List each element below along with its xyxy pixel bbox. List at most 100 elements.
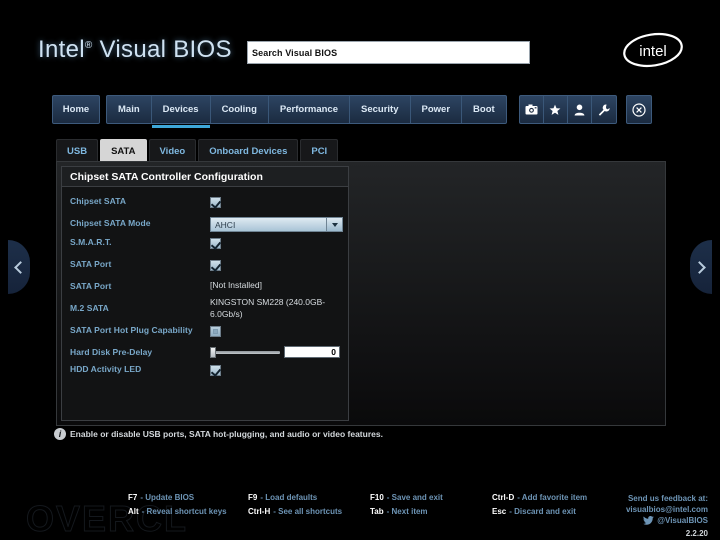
nav-item-security[interactable]: Security [350, 96, 411, 123]
setting-value: [Not Installed] [210, 280, 342, 292]
setting-label: SATA Port Hot Plug Capability [70, 325, 193, 335]
shortcut-desc: - Discard and exit [509, 507, 576, 516]
brand-registered: ® [84, 40, 93, 51]
tab-onboard-devices[interactable]: Onboard Devices [198, 139, 299, 162]
shortcut-ctrl-d: Ctrl-D - Add favorite item [492, 493, 587, 502]
tab-video[interactable]: Video [148, 139, 197, 162]
setting-label: Hard Disk Pre-Delay [70, 347, 153, 357]
shortcut-f9: F9 - Load defaults [248, 493, 370, 502]
chevron-down-icon[interactable] [326, 218, 342, 231]
user-icon[interactable] [568, 96, 592, 123]
setting-label: Chipset SATA [70, 196, 127, 206]
wrench-icon[interactable] [592, 96, 616, 123]
setting-value [210, 363, 342, 381]
help-text: Enable or disable USB ports, SATA hot-pl… [70, 429, 383, 439]
header: Intel® Visual BIOS Search Visual BIOS in… [0, 0, 720, 88]
tab-sata[interactable]: SATA [100, 139, 147, 162]
shortcut-bar: F7 - Update BIOS F9 - Load defaults F10 … [128, 493, 598, 521]
setting-value: 0 [210, 346, 342, 358]
setting-label: HDD Activity LED [70, 364, 142, 374]
setting-row-chipset-sata-mode: Chipset SATA Mode AHCI [62, 217, 348, 232]
star-icon[interactable] [544, 96, 568, 123]
camera-icon[interactable] [520, 96, 544, 123]
m2-sata-drive: KINGSTON SM228 (240.0GB-6.0Gb/s) [210, 297, 326, 319]
search-input-value: Search Visual BIOS [252, 47, 338, 58]
shortcut-desc: - Load defaults [260, 493, 318, 502]
smart-checkbox[interactable] [210, 238, 221, 249]
setting-row-hdd-led: HDD Activity LED [62, 363, 348, 381]
pre-delay-slider[interactable] [210, 346, 280, 358]
setting-label: S.M.A.R.T. [70, 237, 112, 247]
nav-item-performance[interactable]: Performance [269, 96, 351, 123]
next-page-arrow[interactable] [690, 240, 712, 294]
bios-screen: Intel® Visual BIOS Search Visual BIOS in… [0, 0, 720, 540]
nav-item-home[interactable]: Home [52, 95, 100, 124]
shortcut-row-2: Alt - Reveal shortcut keys Ctrl-H - See … [128, 507, 598, 516]
pre-delay-value-input[interactable]: 0 [284, 346, 340, 358]
slider-handle[interactable] [210, 346, 216, 358]
setting-value: AHCI [210, 217, 343, 232]
twitter-line[interactable]: @VisualBIOS [626, 515, 708, 526]
shortcut-desc: - Add favorite item [517, 493, 588, 502]
main-navigation: Home Main Devices Cooling Performance Se… [52, 95, 652, 128]
chevron-left-icon [14, 260, 27, 274]
shortcut-alt: Alt - Reveal shortcut keys [128, 507, 248, 516]
shortcut-row-1: F7 - Update BIOS F9 - Load defaults F10 … [128, 493, 598, 502]
hdd-activity-led-checkbox[interactable] [210, 365, 221, 376]
prev-page-arrow[interactable] [8, 240, 30, 294]
shortcut-esc: Esc - Discard and exit [492, 507, 576, 516]
shortcut-f7: F7 - Update BIOS [128, 493, 248, 502]
setting-value: KINGSTON SM228 (240.0GB-6.0Gb/s) [210, 297, 342, 320]
chipset-sata-mode-dropdown[interactable]: AHCI [210, 217, 343, 232]
setting-label: SATA Port [70, 281, 112, 291]
nav-item-power[interactable]: Power [411, 96, 463, 123]
setting-row-sata-port-1: SATA Port [62, 258, 348, 276]
nav-item-devices[interactable]: Devices [151, 96, 211, 128]
setting-row-smart: S.M.A.R.T. [62, 236, 348, 254]
nav-item-main[interactable]: Main [107, 96, 152, 123]
hot-plug-checkbox[interactable] [210, 326, 221, 337]
shortcut-key: Esc [492, 507, 507, 516]
twitter-handle: @VisualBIOS [657, 516, 708, 525]
feedback-email[interactable]: visualbios@intel.com [626, 504, 708, 515]
tab-usb[interactable]: USB [56, 139, 99, 162]
setting-label: M.2 SATA [70, 303, 109, 313]
setting-label: SATA Port [70, 259, 112, 269]
shortcut-key: Ctrl-H [248, 507, 271, 516]
shortcut-key: F10 [370, 493, 384, 502]
card-title: Chipset SATA Controller Configuration [62, 167, 348, 187]
shortcut-key: Alt [128, 507, 139, 516]
close-icon[interactable] [625, 95, 652, 124]
dropdown-selected-value: AHCI [215, 219, 236, 230]
content-panel: Chipset SATA Controller Configuration Ch… [56, 161, 666, 426]
tab-pci[interactable]: PCI [300, 139, 339, 162]
setting-value [210, 236, 342, 254]
shortcut-f10: F10 - Save and exit [370, 493, 492, 502]
setting-value [210, 324, 342, 342]
shortcut-key: Tab [370, 507, 384, 516]
shortcut-desc: - Reveal shortcut keys [141, 507, 227, 516]
twitter-icon [643, 516, 655, 525]
setting-row-chipset-sata: Chipset SATA [62, 195, 348, 213]
shortcut-desc: - See all shortcuts [273, 507, 343, 516]
shortcut-key: F7 [128, 493, 138, 502]
sata-port-checkbox[interactable] [210, 260, 221, 271]
chipset-sata-checkbox[interactable] [210, 197, 221, 208]
shortcut-ctrl-h: Ctrl-H - See all shortcuts [248, 507, 370, 516]
brand-visual-bios: Visual BIOS [92, 36, 232, 63]
setting-row-pre-delay: Hard Disk Pre-Delay 0 [62, 346, 348, 359]
setting-row-sata-port-2: SATA Port [Not Installed] [62, 280, 348, 293]
bios-version: 2.2.20 [685, 529, 708, 538]
setting-value [210, 195, 342, 213]
nav-item-boot[interactable]: Boot [462, 96, 506, 123]
settings-list: Chipset SATA Chipset SATA Mode AHCI S.M.… [62, 187, 348, 381]
shortcut-desc: - Next item [386, 507, 428, 516]
shortcut-desc: - Save and exit [386, 493, 443, 502]
pre-delay-control: 0 [210, 346, 342, 358]
shortcut-desc: - Update BIOS [140, 493, 195, 502]
page-title: Intel® Visual BIOS [38, 36, 232, 64]
nav-item-cooling[interactable]: Cooling [211, 96, 269, 123]
setting-value [210, 258, 342, 276]
search-input[interactable]: Search Visual BIOS [247, 41, 530, 64]
nav-group: Main Devices Cooling Performance Securit… [106, 95, 507, 128]
